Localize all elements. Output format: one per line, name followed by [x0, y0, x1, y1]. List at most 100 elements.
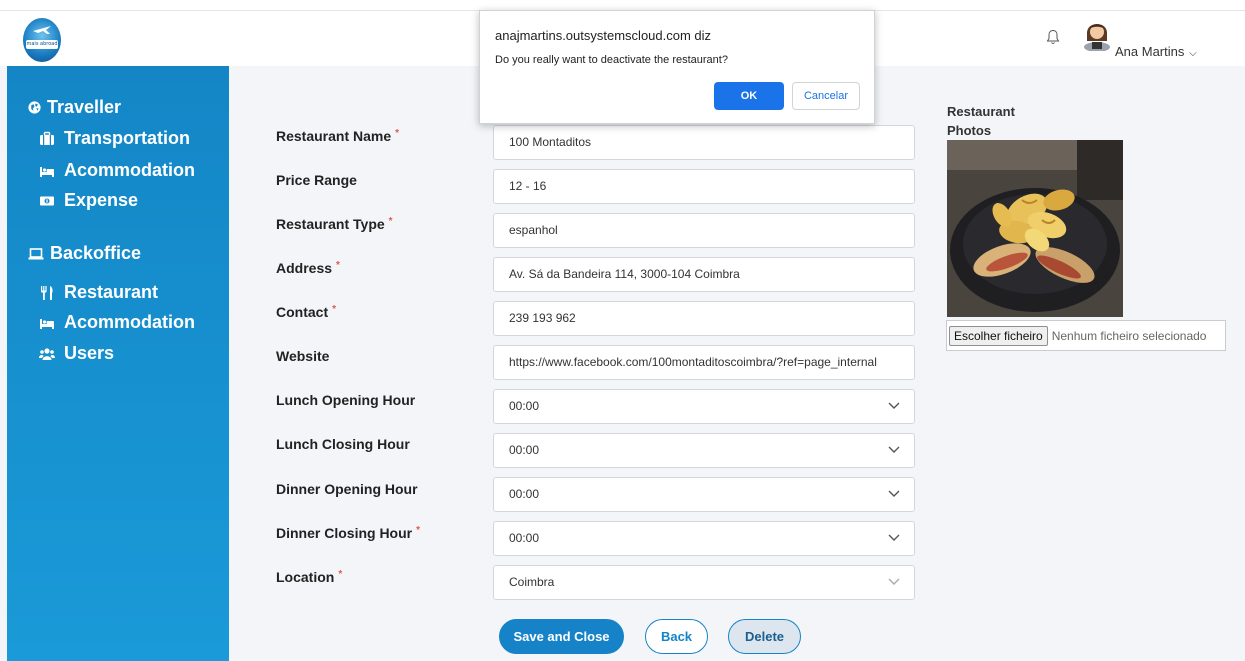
field-label-text: Address — [276, 260, 333, 276]
airplane-icon — [33, 26, 51, 34]
sidebar-item-label: Users — [64, 343, 115, 363]
field-label-text: Price Range — [276, 172, 357, 188]
dinner-closing-hour-select[interactable]: 00:00 — [493, 521, 915, 556]
field-label-text: Restaurant Type — [276, 216, 385, 232]
required-marker: * — [332, 304, 337, 315]
location-label: Location * — [276, 569, 342, 585]
field-value: espanhol — [509, 223, 558, 237]
lunch-opening-hour-label: Lunch Opening Hour — [276, 392, 415, 408]
dinner-closing-hour-label: Dinner Closing Hour * — [276, 525, 420, 541]
required-marker: * — [338, 569, 343, 580]
address-label: Address * — [276, 260, 340, 276]
ok-button[interactable]: OK — [714, 82, 784, 110]
money-bill-icon — [40, 196, 54, 205]
field-label-text: Lunch Closing Hour — [276, 436, 410, 452]
bed-icon — [40, 318, 54, 329]
field-label-text: Lunch Opening Hour — [276, 392, 416, 408]
bed-icon — [40, 166, 54, 177]
food-photo-image — [947, 140, 1123, 317]
sidebar-item-users[interactable]: Users — [39, 343, 114, 364]
lunch-closing-hour-label: Lunch Closing Hour — [276, 436, 410, 452]
price-range-input[interactable]: 12 - 16 — [493, 169, 915, 204]
address-input[interactable]: Av. Sá da Bandeira 114, 3000-104 Coimbra — [493, 257, 915, 292]
field-value: Av. Sá da Bandeira 114, 3000-104 Coimbra — [509, 267, 740, 281]
chevron-down-icon: ⌵ — [1186, 48, 1197, 59]
restaurant-type-input[interactable]: espanhol — [493, 213, 915, 248]
required-marker: * — [395, 128, 400, 139]
dinner-opening-hour-label: Dinner Opening Hour — [276, 481, 418, 497]
confirm-dialog: anajmartins.outsystemscloud.com diz Do y… — [479, 10, 875, 124]
field-label-text: Restaurant Name — [276, 128, 392, 144]
laptop-icon — [28, 247, 44, 259]
sidebar: Traveller Transportation Acommodation Ex… — [7, 66, 229, 661]
globe-icon — [28, 101, 41, 114]
field-value: 00:00 — [509, 531, 540, 545]
cancel-button[interactable]: Cancelar — [792, 82, 860, 110]
sidebar-section-label: Backoffice — [50, 243, 142, 263]
delete-button[interactable]: Delete — [728, 619, 801, 654]
lunch-opening-hour-select[interactable]: 00:00 — [493, 389, 915, 424]
chevron-down-icon — [888, 402, 900, 409]
field-label-text: Location — [276, 569, 335, 585]
field-value: 00:00 — [509, 487, 540, 501]
dialog-title: anajmartins.outsystemscloud.com diz — [495, 28, 712, 43]
required-marker: * — [336, 260, 340, 271]
sidebar-item-label: Transportation — [64, 128, 191, 148]
sidebar-item-expense[interactable]: Expense — [39, 190, 138, 211]
bell-icon[interactable] — [1046, 29, 1060, 45]
field-value: 12 - 16 — [509, 179, 547, 193]
website-label: Website — [276, 348, 329, 364]
user-menu[interactable]: Ana Martins ⌵ — [1115, 44, 1197, 59]
field-value: 00:00 — [509, 443, 540, 457]
required-marker: * — [416, 525, 421, 536]
sidebar-item-backoffice-acommodation[interactable]: Acommodation — [39, 312, 195, 333]
sidebar-item-acommodation[interactable]: Acommodation — [39, 160, 195, 181]
contact-label: Contact * — [276, 304, 336, 320]
back-button[interactable]: Back — [645, 619, 708, 654]
save-and-close-button[interactable]: Save and Close — [499, 619, 624, 654]
sidebar-item-label: Acommodation — [64, 312, 196, 332]
dinner-opening-hour-select[interactable]: 00:00 — [493, 477, 915, 512]
users-icon — [39, 347, 55, 360]
sidebar-item-restaurant[interactable]: Restaurant — [39, 282, 158, 303]
restaurant-type-label: Restaurant Type * — [276, 216, 393, 232]
app-logo[interactable]: mais abroad — [23, 18, 61, 62]
required-marker: * — [388, 216, 393, 227]
lunch-closing-hour-select[interactable]: 00:00 — [493, 433, 915, 468]
utensils-icon — [41, 285, 53, 300]
sidebar-section-backoffice[interactable]: Backoffice — [28, 243, 141, 264]
restaurant-name-input[interactable]: 100 Montaditos — [493, 125, 915, 160]
contact-input[interactable]: 239 193 962 — [493, 301, 915, 336]
field-label-text: Website — [276, 348, 330, 364]
briefcase-icon — [40, 131, 54, 145]
website-input[interactable]: https://www.facebook.com/100montaditosco… — [493, 345, 915, 380]
choose-file-button[interactable]: Escolher ficheiro — [949, 325, 1048, 346]
user-name: Ana Martins — [1115, 44, 1185, 59]
field-label-text: Contact — [276, 304, 329, 320]
price-range-label: Price Range — [276, 172, 357, 188]
field-value: 100 Montaditos — [509, 135, 592, 149]
field-value: Coimbra — [509, 575, 555, 589]
chevron-down-icon — [888, 578, 900, 585]
field-label-text: Dinner Opening Hour — [276, 481, 418, 497]
sidebar-section-traveller[interactable]: Traveller — [28, 97, 121, 118]
sidebar-item-transportation[interactable]: Transportation — [39, 128, 190, 149]
chevron-down-icon — [888, 490, 900, 497]
sidebar-section-label: Traveller — [47, 97, 122, 117]
logo-text: mais abroad — [26, 40, 58, 49]
chevron-down-icon — [888, 446, 900, 453]
sidebar-item-label: Acommodation — [64, 160, 196, 180]
file-status: Nenhum ficheiro selecionado — [1051, 328, 1207, 343]
page-title-obscured — [258, 58, 266, 89]
chevron-down-icon — [888, 534, 900, 541]
avatar[interactable] — [1082, 17, 1112, 51]
sidebar-item-label: Expense — [64, 190, 139, 210]
restaurant-name-label: Restaurant Name * — [276, 128, 399, 144]
location-select[interactable]: Coimbra — [493, 565, 915, 600]
field-value: 239 193 962 — [509, 311, 576, 325]
field-label-text: Dinner Closing Hour — [276, 525, 413, 541]
dialog-message: Do you really want to deactivate the res… — [495, 54, 728, 66]
field-value: 00:00 — [509, 399, 540, 413]
photos-label: Restaurant Photos — [947, 104, 1015, 138]
file-upload[interactable]: Escolher ficheiro Nenhum ficheiro seleci… — [946, 320, 1226, 351]
